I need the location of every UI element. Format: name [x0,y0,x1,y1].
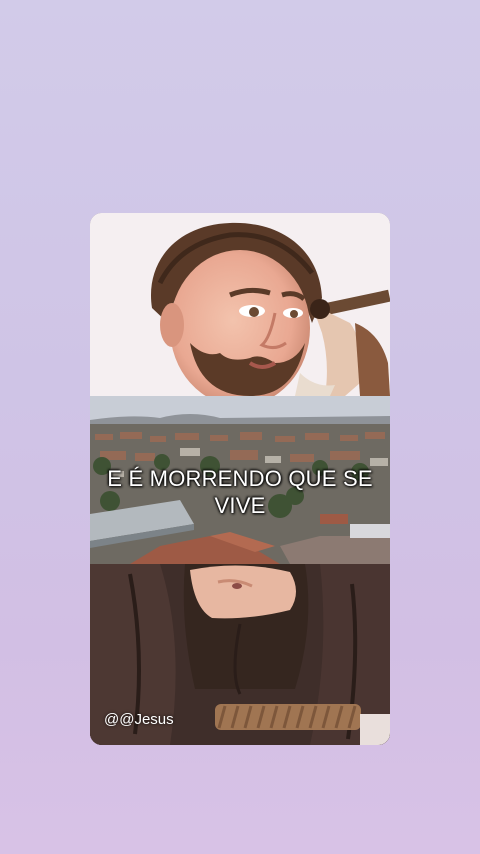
watermark-handle: @@Jesus [104,711,174,728]
aerial-city-image [90,396,390,564]
video-frame[interactable] [90,213,390,745]
statue-face-image [90,213,390,396]
